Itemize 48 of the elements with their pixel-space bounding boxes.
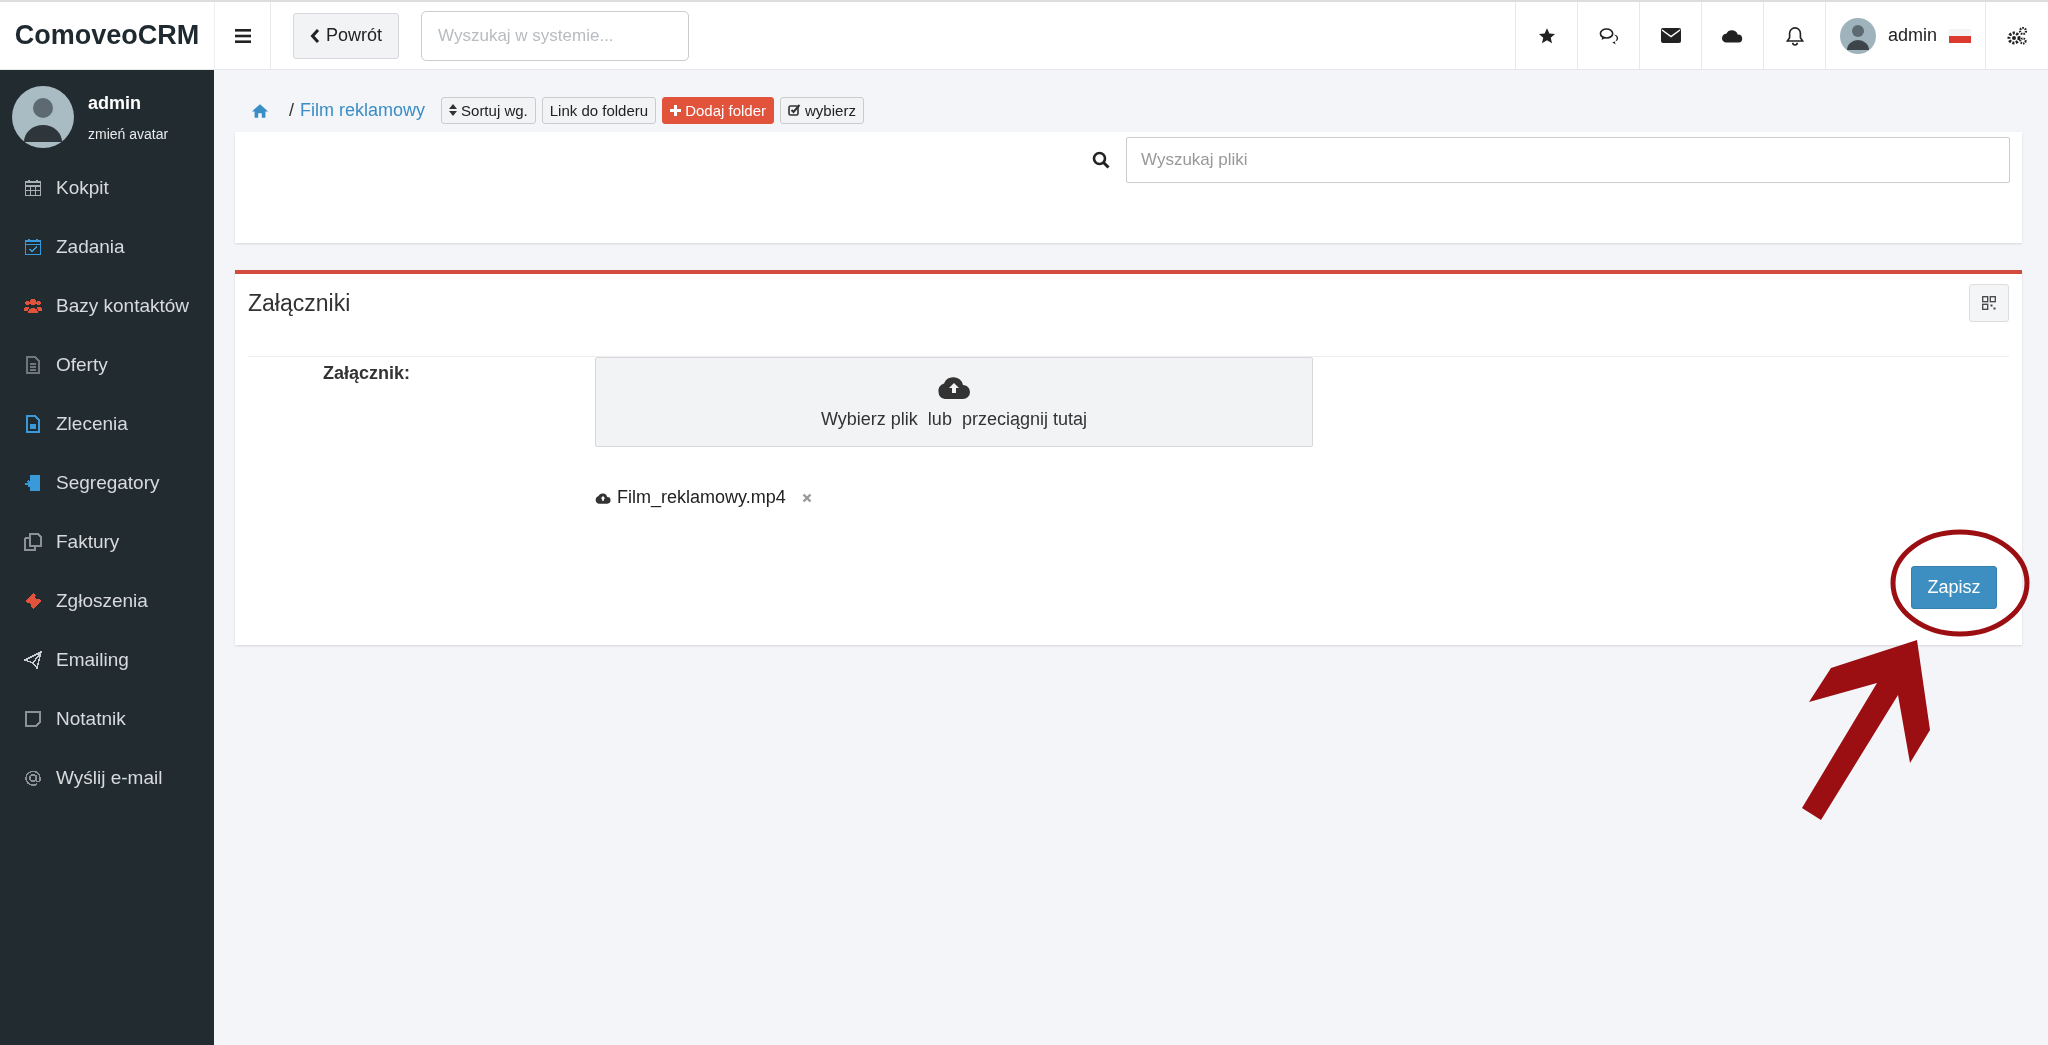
sort-button[interactable]: Sortuj wg. [441,96,536,124]
user-name: admin [88,92,142,114]
sidebar-item[interactable]: Faktury [0,512,214,571]
cloud-upload-icon [937,374,971,399]
panel-title: Załączniki [248,290,351,317]
flag-icon [1949,28,1971,43]
cloud-icon [1722,28,1743,43]
file-name: Film_reklamowy.mp4 [617,487,786,508]
select-button[interactable]: wybierz [780,96,864,124]
sort-icon [449,104,458,116]
sidebar-item[interactable]: Kokpit [0,158,214,217]
folder-link-button[interactable]: Link do folderu [541,96,657,124]
qr-code-icon [1982,296,1996,310]
back-button[interactable]: Powrót [293,12,400,59]
chevron-left-icon [310,28,320,43]
sidebar-item[interactable]: Zadania [0,217,214,276]
sidebar-item[interactable]: Wyślij e-mail [0,748,214,807]
sidebar-item[interactable]: Zlecenia [0,394,214,453]
file-dropzone[interactable]: Wybierz plik lub przeciągnij tutaj [595,357,1313,447]
sidebar-item[interactable]: Segregatory [0,453,214,512]
home-link[interactable] [251,102,269,118]
sidebar-item[interactable]: Oferty [0,335,214,394]
sidebar-item[interactable]: Emailing [0,630,214,689]
bell-icon [1785,25,1804,46]
sidebar-item[interactable]: Zgłoszenia [0,571,214,630]
qr-code-button[interactable] [1969,284,2009,322]
gears-icon [2006,25,2028,46]
breadcrumb-separator: / [289,99,294,121]
menu-icon [234,28,251,43]
chat-icon [1598,26,1619,45]
envelope-icon [1660,28,1681,43]
close-icon [801,492,812,503]
search-field[interactable]: Wyszukaj w systemie... [421,10,690,61]
file-search-field[interactable]: Wyszukaj pliki [1126,137,2010,183]
add-folder-button[interactable]: Dodaj folder [662,96,775,124]
plus-icon [670,104,682,116]
avatar-icon [12,86,74,148]
field-label: Załącznik: [322,362,412,385]
change-avatar-link[interactable]: zmień avatar [88,125,169,142]
cloud-upload-icon [595,491,611,504]
checkbox-icon [788,104,802,116]
home-icon [251,102,269,118]
search-icon [1092,151,1110,169]
star-icon [1537,26,1556,45]
sidebar-item[interactable]: Notatnik [0,689,214,748]
avatar-icon [1840,17,1876,54]
sidebar-item[interactable]: Bazy kontaktów [0,276,214,335]
save-button[interactable]: Zapisz [1911,566,1997,609]
